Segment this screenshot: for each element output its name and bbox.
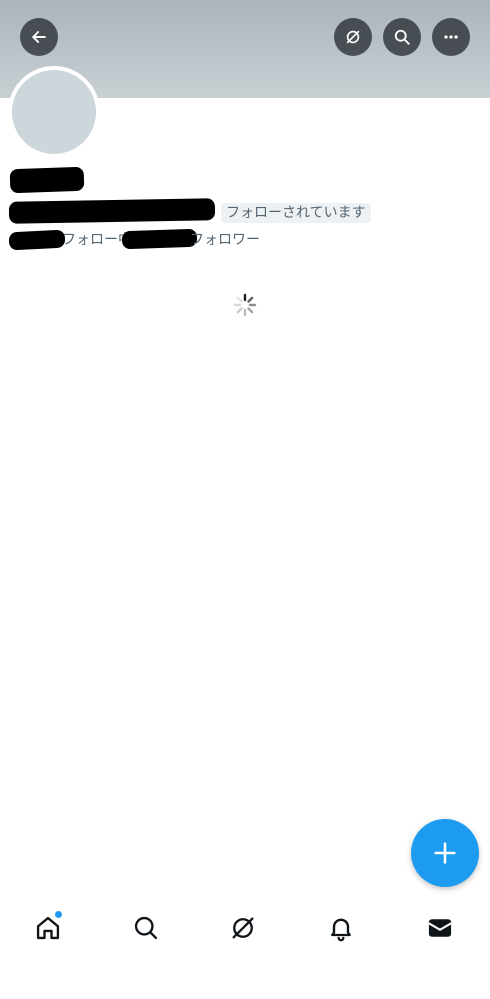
- profile-page: フォローされています フォロー中 フォロワー: [0, 0, 490, 999]
- bottom-navigation: [0, 898, 490, 958]
- followers-label[interactable]: フォロワー: [190, 229, 260, 249]
- follows-you-badge: フォローされています: [221, 203, 371, 223]
- grok-icon: [346, 30, 360, 44]
- more-icon: [444, 35, 458, 39]
- nav-search[interactable]: [128, 910, 164, 946]
- notifications-icon: [331, 918, 351, 942]
- grok-button[interactable]: [334, 18, 372, 56]
- search-button[interactable]: [383, 18, 421, 56]
- redacted-followers-count: [121, 228, 198, 250]
- back-arrow-icon: [32, 31, 46, 43]
- notification-dot: [54, 910, 63, 919]
- nav-grok[interactable]: [225, 910, 261, 946]
- redacted-display-name: [9, 166, 85, 194]
- messages-icon: [428, 919, 452, 937]
- nav-messages[interactable]: [422, 910, 458, 946]
- redacted-following-count: [8, 229, 66, 251]
- plus-icon: [434, 842, 456, 864]
- nav-home[interactable]: [30, 910, 66, 946]
- search-icon: [394, 29, 410, 45]
- redacted-handle: [8, 198, 216, 224]
- search-icon: [134, 916, 158, 940]
- avatar[interactable]: [8, 66, 100, 158]
- more-button[interactable]: [432, 18, 470, 56]
- grok-icon: [232, 917, 254, 939]
- loading-spinner-icon: [233, 293, 257, 317]
- nav-notifications[interactable]: [323, 910, 359, 946]
- compose-button[interactable]: [411, 819, 479, 887]
- back-button[interactable]: [20, 18, 58, 56]
